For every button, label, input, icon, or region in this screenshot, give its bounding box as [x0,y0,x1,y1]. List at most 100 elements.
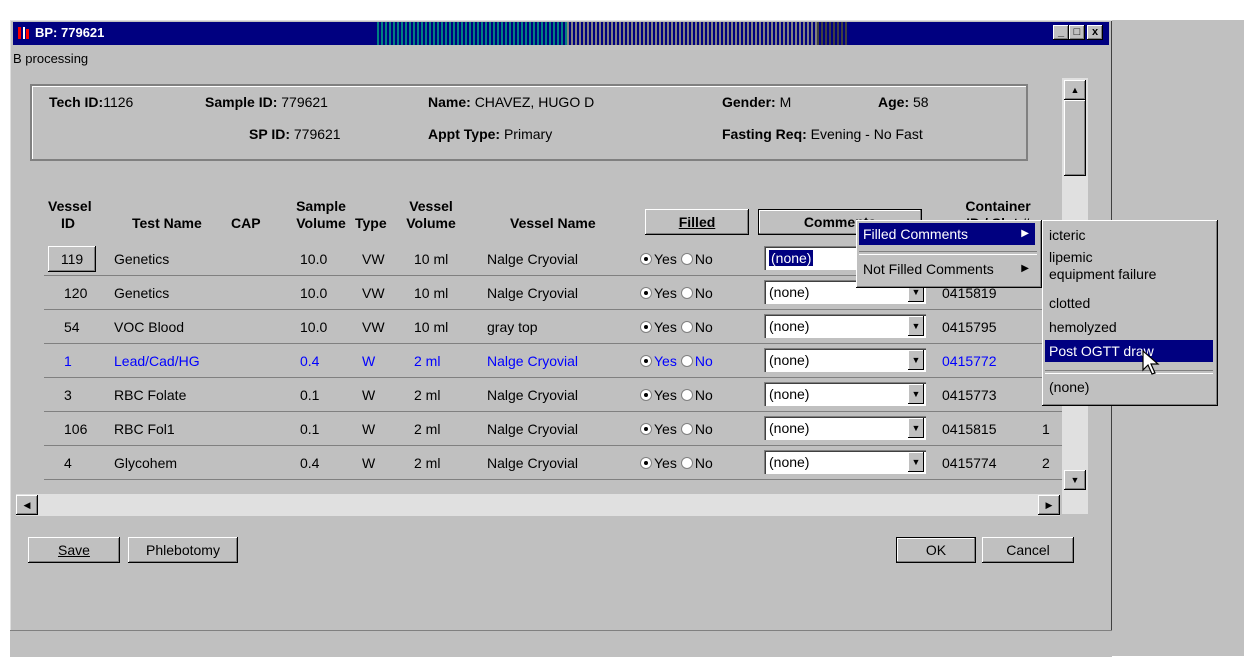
filled-no-radio[interactable] [680,389,693,401]
filled-yes-radio[interactable] [640,457,652,469]
gender-value: M [779,94,792,110]
comment-value: (none) [769,318,810,334]
table-row[interactable]: 3 RBC Folate 0.1 W 2 ml Nalge Cryovial 0415773… [44,379,1064,412]
filled-header-button[interactable]: Filled [645,209,749,235]
submenu-item[interactable]: hemolyzed [1045,316,1213,338]
scroll-up-button[interactable]: ▲ [1064,80,1086,100]
scroll-right-button[interactable]: ▶ [1038,495,1060,515]
comment-dropdown[interactable]: (none) ▼ [764,416,926,440]
appt-type-value: Primary [503,126,553,142]
dropdown-arrow-icon[interactable]: ▼ [908,418,924,438]
vessel-volume-cell: 2 ml [414,421,441,437]
filled-yes-label[interactable]: Yes [654,455,677,471]
filled-yes-label[interactable]: Yes [654,387,677,403]
vessel-id-cell: 54 [64,319,80,335]
scroll-left-button[interactable]: ◀ [16,495,38,515]
comment-dropdown[interactable]: (none) ▼ [764,382,926,406]
filled-yes-label[interactable]: Yes [654,421,677,437]
dropdown-arrow-icon[interactable]: ▼ [908,452,924,472]
maximize-button[interactable]: □ [1069,25,1085,40]
comment-value: (none) [769,250,814,266]
filled-no-radio[interactable] [680,253,693,265]
not-filled-comments-menu-item[interactable]: Not Filled Comments ▶ [859,258,1035,280]
vessel-name-cell: Nalge Cryovial [487,251,579,267]
vessel-id-cell: 1 [64,353,72,369]
cancel-button[interactable]: Cancel [982,537,1074,563]
dropdown-arrow-icon[interactable]: ▼ [908,350,924,370]
filled-no-radio[interactable] [680,355,693,367]
comments-context-menu: Filled Comments ▶ Not Filled Comments ▶ [856,220,1042,288]
vessel-id-cell: 4 [64,455,72,471]
filled-yes-radio[interactable] [640,321,652,333]
filled-no-radio[interactable] [680,457,693,469]
filled-no-radio[interactable] [680,423,693,435]
filled-yes-label[interactable]: Yes [654,353,677,369]
filled-yes-radio[interactable] [640,355,652,367]
name-label: Name: [428,94,471,110]
filled-no-label[interactable]: No [695,353,713,369]
title-bar[interactable]: BP: 779621 _ □ x [13,22,1109,45]
scroll-thumb[interactable] [1064,100,1086,176]
filled-yes-label[interactable]: Yes [654,285,677,301]
table-row[interactable]: 4 Glycohem 0.4 W 2 ml Nalge Cryovial 0415774 2 Y… [44,447,1064,480]
minimize-button[interactable]: _ [1053,25,1069,40]
submenu-item[interactable]: Post OGTT draw [1045,340,1213,362]
filled-yes-radio[interactable] [640,253,652,265]
filled-no-label[interactable]: No [695,421,713,437]
phlebotomy-label: Phlebotomy [146,542,220,558]
filled-no-label[interactable]: No [695,455,713,471]
table-row[interactable]: 106 RBC Fol1 0.1 W 2 ml Nalge Cryovial 0415815… [44,413,1064,446]
submenu-item[interactable]: lipemic [1045,246,1213,268]
col-type: Type [355,215,387,231]
col-cap: CAP [231,215,261,231]
filled-radio-group: Yes No [640,251,713,267]
test-name-cell: Genetics [114,285,170,301]
filled-no-label[interactable]: No [695,285,713,301]
slot-cell: 2 [1042,455,1050,471]
filled-yes-label[interactable]: Yes [654,319,677,335]
phlebotomy-button[interactable]: Phlebotomy [128,537,238,563]
close-button[interactable]: x [1087,25,1103,40]
dropdown-arrow-icon[interactable]: ▼ [908,384,924,404]
filled-yes-radio[interactable] [640,287,652,299]
vessel-name-cell: Nalge Cryovial [487,421,579,437]
submenu-item[interactable]: clotted [1045,292,1213,314]
table-row[interactable]: 1 Lead/Cad/HG 0.4 W 2 ml Nalge Cryovial 041577… [44,345,1064,378]
filled-radio-group: Yes No [640,319,713,335]
submenu-item[interactable]: icteric [1045,224,1213,246]
dropdown-arrow-icon[interactable]: ▼ [908,316,924,336]
vessel-id-cell[interactable]: 119 [48,246,96,272]
gender-label: Gender: [722,94,776,110]
submenu-item-none[interactable]: (none) [1045,376,1213,398]
ok-button[interactable]: OK [896,537,976,563]
type-cell: W [362,387,376,403]
submenu-arrow-icon: ▶ [1021,228,1029,239]
col-vessel-id: Vessel ID [48,198,92,231]
table-row[interactable]: 54VOC Blood10.0VW10 mlgray top04157952Ye… [44,311,1064,344]
submenu-item[interactable]: equipment failure [1045,266,1213,284]
filled-no-label[interactable]: No [695,387,713,403]
filled-yes-radio[interactable] [640,423,652,435]
filled-comments-menu-item[interactable]: Filled Comments ▶ [859,223,1035,245]
filled-no-radio[interactable] [680,287,693,299]
filled-yes-label[interactable]: Yes [654,251,677,267]
vessel-id-cell: 3 [64,387,72,403]
filled-no-label[interactable]: No [695,251,713,267]
scroll-down-button[interactable]: ▼ [1064,470,1086,490]
titlebar-pattern [377,22,567,45]
sample-volume-cell: 10.0 [300,251,328,267]
horizontal-scrollbar[interactable]: ◀ ▶ [16,494,1060,516]
filled-no-radio[interactable] [680,321,693,333]
sample-volume-cell: 0.1 [300,387,320,403]
filled-yes-radio[interactable] [640,389,652,401]
comment-dropdown[interactable]: (none) ▼ [764,348,926,372]
window-title: BP: 779621 [35,25,105,40]
filled-no-label[interactable]: No [695,319,713,335]
fasting-label: Fasting Req: [722,126,807,142]
container-id-cell: 0415773 [942,387,997,403]
fasting-value: Evening - No Fast [810,126,923,142]
comment-dropdown[interactable]: (none) ▼ [764,450,926,474]
comment-dropdown[interactable]: (none) ▼ [764,314,926,338]
save-button[interactable]: Save [28,537,120,563]
test-name-cell: RBC Fol1 [114,421,175,437]
